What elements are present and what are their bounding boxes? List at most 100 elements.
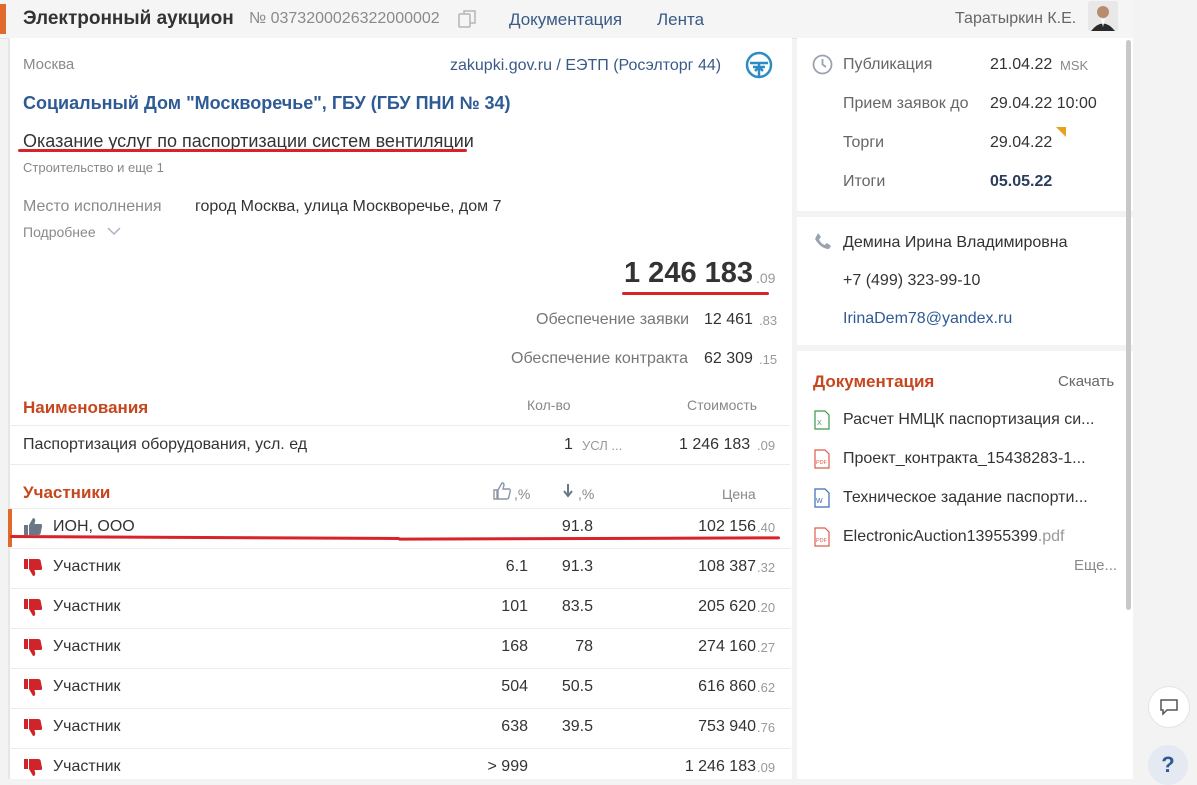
item-unit: УСЛ ... — [582, 438, 623, 453]
avatar[interactable] — [1088, 1, 1118, 31]
nav-documentation[interactable]: Документация — [509, 10, 622, 30]
participant-price: 1 246 183 — [684, 758, 756, 775]
copy-icon[interactable] — [458, 10, 478, 28]
top-bar: Электронный аукцион № 037320002632200000… — [0, 0, 1133, 39]
col-cost: Стоимость — [687, 397, 758, 413]
col-like-percent: ,% — [514, 486, 531, 502]
publication-label: Публикация — [843, 56, 933, 73]
participant-name: Участник — [53, 678, 121, 695]
participant-name: Участник — [53, 638, 121, 655]
participant-like-percent: 638 — [501, 718, 528, 735]
bid-security-kopecks: .83 — [759, 313, 778, 328]
divider — [8, 588, 790, 589]
thumbs-down-icon — [23, 677, 43, 697]
participant-price-kopecks: .40 — [757, 520, 776, 535]
document-link[interactable]: ElectronicAuction13955399.pdf — [843, 528, 1065, 546]
divider — [8, 708, 790, 709]
participant-name: Участник — [53, 558, 121, 575]
participant-price-kopecks: .76 — [757, 720, 776, 735]
contract-security-label: Обеспечение контракта — [511, 350, 688, 367]
customer-link[interactable]: Социальный Дом "Москворечье", ГБУ (ГБУ П… — [23, 93, 511, 114]
col-quantity: Кол-во — [527, 397, 571, 413]
participant-price: 616 860 — [698, 678, 756, 695]
start-price-kopecks: .09 — [756, 270, 776, 286]
items-heading: Наименования — [23, 398, 149, 417]
col-price: Цена — [722, 486, 756, 502]
svg-text:W: W — [816, 498, 823, 505]
participant-like-percent: > 999 — [487, 758, 528, 775]
chat-button[interactable] — [1148, 686, 1190, 728]
more-details-link[interactable]: Подробнее — [23, 224, 96, 240]
svg-text:PDF: PDF — [816, 538, 828, 544]
scrollbar[interactable] — [1126, 40, 1131, 610]
participants-heading: Участники — [23, 483, 111, 502]
participant-down-percent: 91.3 — [561, 558, 593, 575]
participant-price: 753 940 — [698, 718, 756, 735]
participant-down-percent: 39.5 — [561, 718, 593, 735]
publication-timezone: MSK — [1060, 58, 1089, 73]
participant-price: 108 387 — [698, 558, 756, 575]
document-extension: .pdf — [1037, 528, 1065, 545]
contact-email[interactable]: IrinaDem78@yandex.ru — [843, 310, 1012, 328]
nav-feed[interactable]: Лента — [657, 10, 704, 30]
participant-like-percent: 168 — [501, 638, 528, 655]
participant-price: 102 156 — [698, 518, 756, 535]
thumbs-up-icon — [23, 517, 43, 537]
publication-date: 21.04.22 — [990, 56, 1053, 73]
place-value: город Москва, улица Москворечье, дом 7 — [195, 198, 502, 215]
arrow-down-icon — [563, 484, 573, 498]
divider — [8, 748, 790, 749]
start-price-value: 1 246 183 — [624, 257, 754, 289]
participant-down-percent: 78 — [575, 638, 593, 655]
svg-text:PDF: PDF — [816, 460, 828, 466]
corner-marker-icon — [1056, 127, 1066, 137]
contact-phone[interactable]: +7 (499) 323-99-10 — [843, 272, 980, 290]
document-link[interactable]: Техническое задание паспорти... — [843, 489, 1088, 507]
document-name: ElectronicAuction13955399 — [843, 528, 1038, 545]
document-link[interactable]: Расчет НМЦК паспортизация си... — [843, 411, 1094, 429]
place-label: Место исполнения — [23, 198, 162, 215]
winner-accent — [8, 508, 12, 547]
doc-icon: W — [813, 488, 831, 508]
region: Москва — [23, 56, 75, 73]
pdf-icon: PDF — [813, 449, 831, 469]
accent-bar — [0, 4, 6, 34]
thumbs-down-icon — [23, 597, 43, 617]
platform-logo-icon — [745, 51, 773, 79]
divider — [8, 508, 790, 509]
thumbs-down-icon — [23, 717, 43, 737]
help-button[interactable]: ? — [1148, 745, 1188, 785]
user-name[interactable]: Таратыркин К.Е. — [955, 10, 1076, 28]
contract-security-value: 62 309 — [704, 350, 753, 367]
download-link[interactable]: Скачать — [1058, 373, 1114, 390]
purchase-category[interactable]: Строительство и еще 1 — [23, 160, 164, 175]
phone-icon — [815, 233, 831, 249]
col-down-percent: ,% — [578, 486, 595, 502]
applications-label: Прием заявок до — [843, 95, 969, 112]
bid-security-label: Обеспечение заявки — [536, 311, 690, 328]
item-cost: 1 246 183 — [679, 436, 751, 453]
results-date: 05.05.22 — [990, 173, 1053, 190]
contract-security-kopecks: .15 — [759, 352, 778, 367]
bid-security-value: 12 461 — [704, 311, 753, 328]
thumbs-down-icon — [23, 557, 43, 577]
item-cost-kopecks: .09 — [757, 438, 776, 453]
more-documents-link[interactable]: Еще... — [1074, 557, 1117, 574]
chat-icon — [1160, 699, 1178, 716]
divider — [8, 425, 790, 426]
participant-name: ИОН, ООО — [53, 518, 135, 535]
participant-price-kopecks: .09 — [757, 760, 776, 775]
platform-link[interactable]: zakupki.gov.ru / ЕЭТП (Росэлторг 44) — [450, 57, 721, 75]
participant-like-percent: 101 — [501, 598, 528, 615]
thumbs-up-icon — [493, 482, 511, 500]
document-link[interactable]: Проект_контракта_15438283-1... — [843, 450, 1086, 468]
document-name: Проект_контракта_15438283-1... — [843, 450, 1086, 467]
right-rail — [1133, 0, 1197, 779]
chevron-down-icon[interactable] — [107, 226, 121, 236]
results-label: Итоги — [843, 173, 886, 190]
participant-price-kopecks: .62 — [757, 680, 776, 695]
participant-like-percent: 6.1 — [505, 558, 528, 575]
auction-label: Торги — [843, 134, 885, 151]
purchase-number: № 0373200026322000002 — [249, 10, 440, 27]
pdf-icon: PDF — [813, 527, 831, 547]
